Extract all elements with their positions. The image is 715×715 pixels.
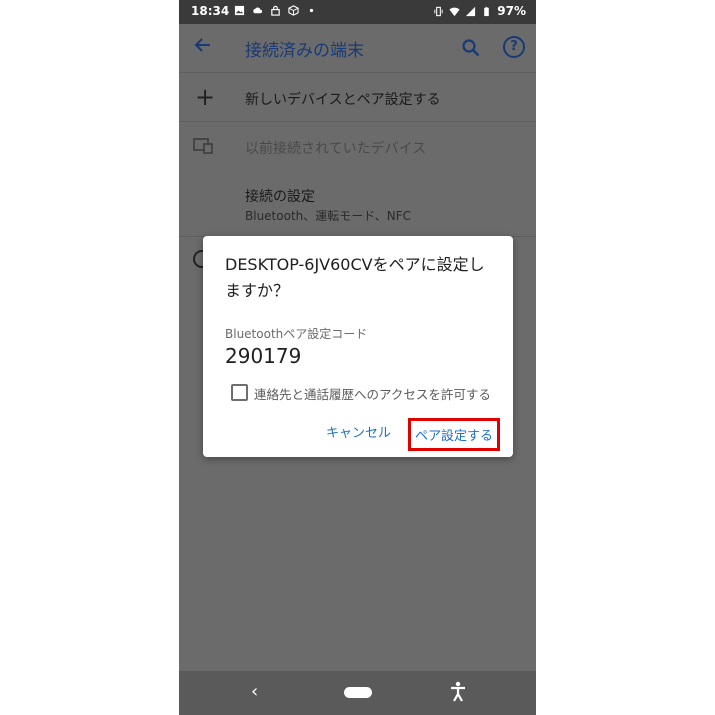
- search-icon[interactable]: [461, 38, 481, 58]
- wifi-icon: [449, 7, 460, 16]
- home-pill-icon[interactable]: [344, 687, 372, 698]
- pairing-dialog: DESKTOP-6JV60CVをペアに設定しますか？ Bluetoothペア設定…: [203, 236, 513, 457]
- pair-new-device-row[interactable]: + 新しいデバイスとペア設定する: [179, 73, 536, 121]
- contacts-access-label[interactable]: 連絡先と通話履歴へのアクセスを許可する: [254, 384, 491, 403]
- contacts-access-checkbox[interactable]: [231, 384, 248, 401]
- lock-icon: [271, 5, 280, 16]
- pair-new-device-label: 新しいデバイスとペア設定する: [245, 92, 441, 108]
- dot-icon: [309, 8, 314, 13]
- plus-icon: +: [195, 83, 216, 111]
- back-arrow-icon[interactable]: [193, 35, 213, 55]
- connection-preferences-title: 接続の設定: [245, 189, 315, 205]
- connection-preferences-subtitle: Bluetooth、運転モード、NFC: [245, 209, 412, 223]
- package-icon: [288, 5, 299, 16]
- battery-icon: [484, 6, 490, 16]
- connection-preferences-row[interactable]: 接続の設定 Bluetooth、運転モード、NFC: [179, 172, 536, 234]
- pairing-code-label: Bluetoothペア設定コード: [225, 327, 368, 341]
- system-icons: 97%: [433, 4, 526, 18]
- navigation-bar: ‹: [179, 671, 536, 715]
- accessibility-icon[interactable]: [449, 681, 467, 703]
- dialog-title: DESKTOP-6JV60CVをペアに設定しますか？: [225, 255, 485, 300]
- page-title: 接続済みの端末: [245, 41, 364, 61]
- nav-back-icon[interactable]: ‹: [251, 681, 258, 702]
- app-bar: 接続済みの端末 ?: [179, 24, 536, 70]
- pair-button[interactable]: ペア設定する: [408, 418, 501, 451]
- notification-icons: [234, 5, 317, 16]
- previously-connected-row[interactable]: 以前接続されていたデバイス: [179, 122, 536, 170]
- cloud-icon: [253, 7, 263, 14]
- devices-icon: [193, 138, 213, 154]
- status-bar: 18:34 97%: [179, 0, 536, 24]
- pairing-code: 290179: [225, 344, 302, 368]
- help-icon[interactable]: ?: [503, 36, 525, 58]
- vibrate-icon: [434, 6, 443, 16]
- battery-percent: 97%: [497, 4, 526, 18]
- previously-connected-label: 以前接続されていたデバイス: [245, 141, 427, 157]
- cancel-button[interactable]: キャンセル: [326, 422, 391, 441]
- status-time: 18:34: [191, 4, 230, 18]
- signal-icon: [466, 6, 476, 16]
- image-icon: [234, 5, 245, 16]
